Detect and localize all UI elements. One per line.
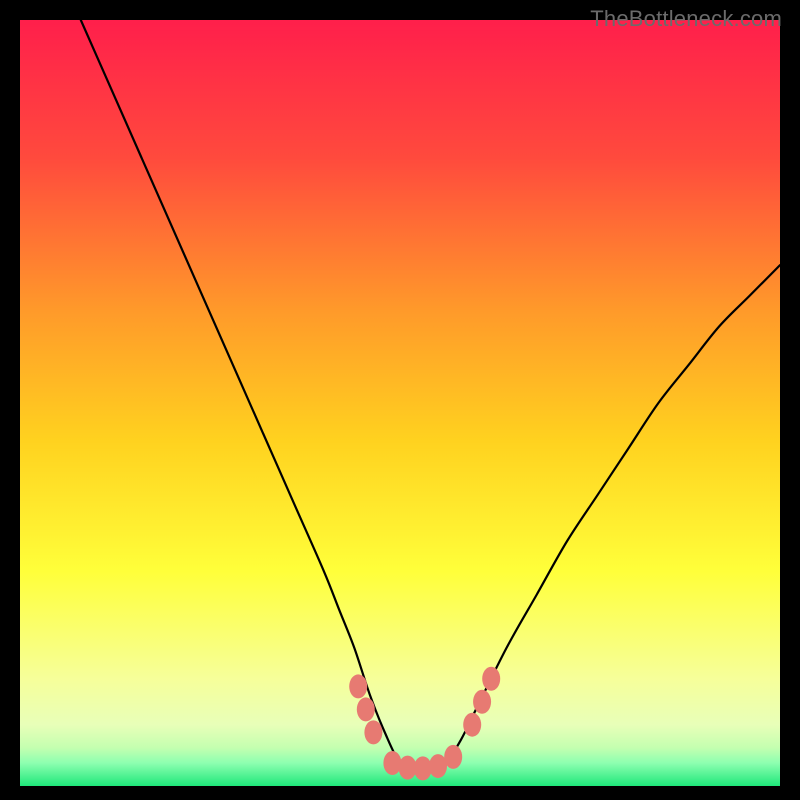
watermark-text: TheBottleneck.com bbox=[590, 6, 782, 32]
marker-dot bbox=[383, 751, 401, 775]
marker-dot bbox=[349, 674, 367, 698]
marker-dot bbox=[473, 690, 491, 714]
plot-area bbox=[20, 20, 780, 786]
marker-dot bbox=[364, 720, 382, 744]
marker-dot bbox=[414, 756, 432, 780]
marker-dot bbox=[357, 697, 375, 721]
marker-dot bbox=[482, 667, 500, 691]
chart-svg bbox=[20, 20, 780, 786]
marker-dot bbox=[463, 713, 481, 737]
marker-dot bbox=[444, 745, 462, 769]
gradient-background bbox=[20, 20, 780, 786]
chart-frame: TheBottleneck.com bbox=[0, 0, 800, 800]
